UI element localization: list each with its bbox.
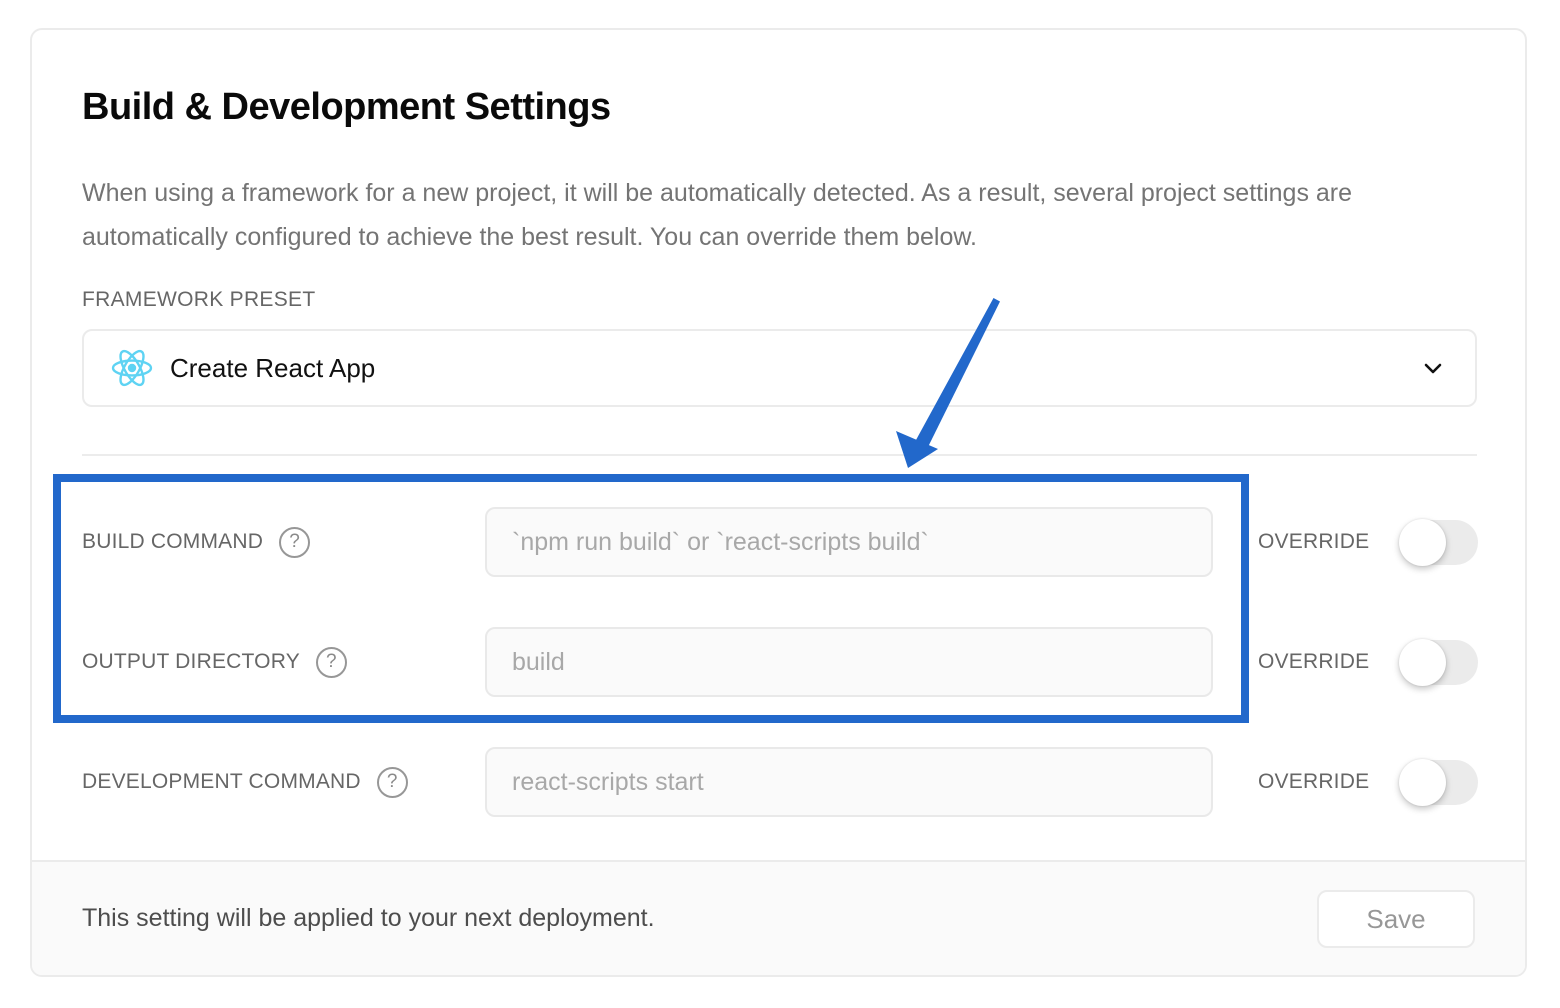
build-command-override-toggle[interactable] — [1401, 520, 1478, 565]
build-command-override-group: OVERRIDE — [1258, 519, 1478, 565]
help-icon[interactable]: ? — [377, 767, 408, 798]
help-icon[interactable]: ? — [316, 647, 347, 678]
build-settings-card: Build & Development Settings When using … — [30, 28, 1527, 977]
override-label: OVERRIDE — [1258, 530, 1369, 554]
output-directory-override-toggle[interactable] — [1401, 640, 1478, 685]
build-settings-screen: Build & Development Settings When using … — [0, 0, 1560, 1008]
react-logo-icon — [111, 349, 153, 387]
development-command-label-group: DEVELOPMENT COMMAND ? — [82, 765, 408, 799]
page-title: Build & Development Settings — [82, 86, 611, 129]
toggle-knob — [1399, 519, 1446, 566]
card-footer: This setting will be applied to your nex… — [32, 860, 1525, 975]
framework-preset-select[interactable]: Create React App — [82, 329, 1477, 407]
footer-note: This setting will be applied to your nex… — [82, 904, 655, 933]
build-command-label: BUILD COMMAND — [82, 530, 263, 554]
output-directory-input[interactable] — [485, 627, 1213, 697]
development-command-input[interactable] — [485, 747, 1213, 817]
override-label: OVERRIDE — [1258, 770, 1369, 794]
output-directory-label: OUTPUT DIRECTORY — [82, 650, 300, 674]
section-divider — [82, 454, 1477, 456]
chevron-down-icon — [1418, 353, 1448, 383]
build-command-label-group: BUILD COMMAND ? — [82, 525, 310, 559]
save-button[interactable]: Save — [1317, 890, 1475, 948]
toggle-knob — [1399, 759, 1446, 806]
output-directory-override-group: OVERRIDE — [1258, 639, 1478, 685]
help-icon[interactable]: ? — [279, 527, 310, 558]
section-description: When using a framework for a new project… — [82, 171, 1457, 259]
build-command-input[interactable] — [485, 507, 1213, 577]
framework-preset-value: Create React App — [170, 353, 375, 384]
override-label: OVERRIDE — [1258, 650, 1369, 674]
development-command-override-group: OVERRIDE — [1258, 759, 1478, 805]
toggle-knob — [1399, 639, 1446, 686]
output-directory-label-group: OUTPUT DIRECTORY ? — [82, 645, 347, 679]
development-command-label: DEVELOPMENT COMMAND — [82, 770, 361, 794]
framework-preset-label: FRAMEWORK PRESET — [82, 288, 315, 312]
development-command-override-toggle[interactable] — [1401, 760, 1478, 805]
